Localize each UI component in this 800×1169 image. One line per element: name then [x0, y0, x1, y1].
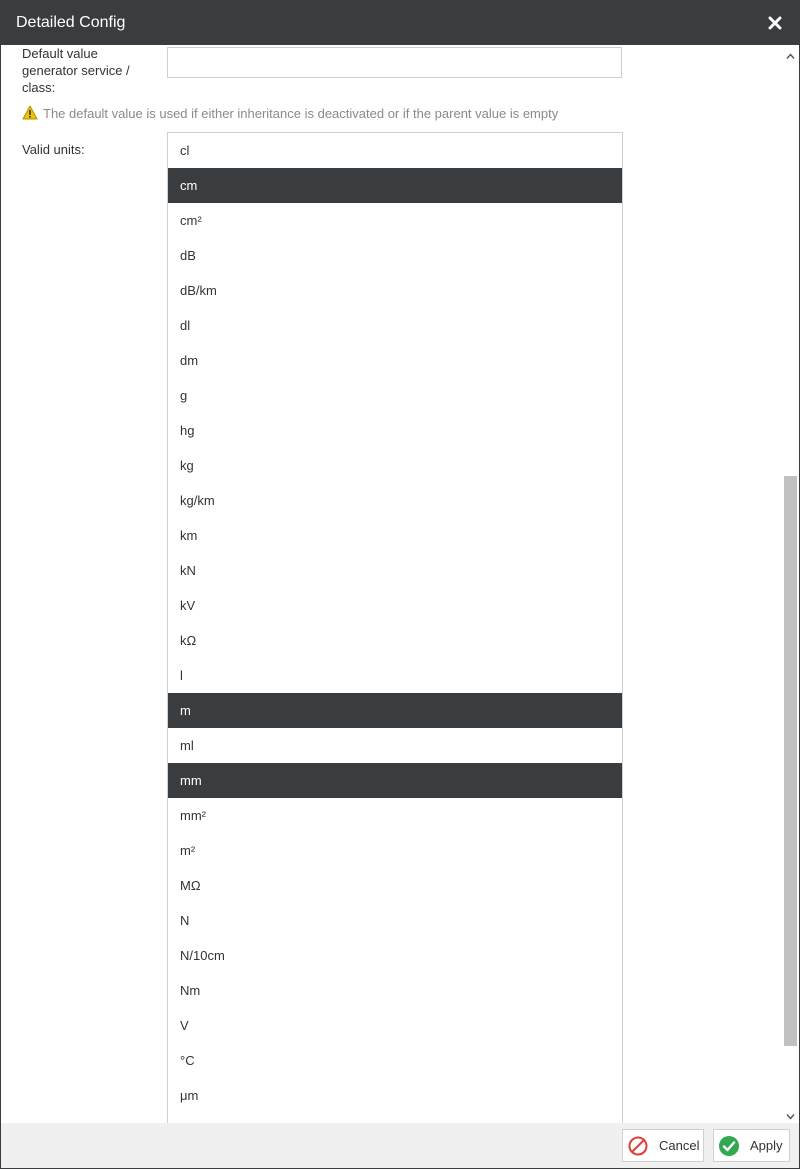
- default-value-generator-input[interactable]: [167, 47, 622, 78]
- cancel-icon: [627, 1135, 649, 1157]
- unit-option[interactable]: N/10cm: [168, 938, 622, 973]
- valid-units-label: Valid units:: [22, 142, 85, 157]
- unit-option[interactable]: cm²: [168, 203, 622, 238]
- unit-option[interactable]: m: [168, 693, 622, 728]
- unit-option[interactable]: hg: [168, 413, 622, 448]
- unit-option[interactable]: dB/km: [168, 273, 622, 308]
- unit-option[interactable]: kN: [168, 553, 622, 588]
- unit-option[interactable]: mm: [168, 763, 622, 798]
- unit-option[interactable]: cm: [168, 168, 622, 203]
- unit-option[interactable]: l: [168, 658, 622, 693]
- apply-button[interactable]: Apply: [713, 1129, 790, 1162]
- dialog-footer: Cancel Apply: [1, 1123, 799, 1168]
- cancel-button[interactable]: Cancel: [622, 1129, 704, 1162]
- unit-option[interactable]: μm: [168, 1078, 622, 1113]
- unit-option[interactable]: kV: [168, 588, 622, 623]
- unit-option[interactable]: dB: [168, 238, 622, 273]
- unit-option[interactable]: dl: [168, 308, 622, 343]
- warning-text: The default value is used if either inhe…: [43, 106, 559, 121]
- unit-option[interactable]: cl: [168, 133, 622, 168]
- dialog-body: Default value generator service / class:…: [1, 45, 799, 1123]
- unit-option[interactable]: N: [168, 903, 622, 938]
- unit-option[interactable]: Nm: [168, 973, 622, 1008]
- scroll-down-icon[interactable]: [786, 1109, 795, 1120]
- dialog-title: Detailed Config: [16, 14, 126, 31]
- dialog-titlebar: Detailed Config: [1, 1, 799, 45]
- unit-option[interactable]: km: [168, 518, 622, 553]
- unit-option[interactable]: ml: [168, 728, 622, 763]
- default-value-generator-label: Default value generator service / class:: [22, 46, 130, 95]
- scroll-up-icon[interactable]: [786, 49, 795, 59]
- detailed-config-dialog: Detailed Config Default value generator …: [0, 0, 800, 1169]
- valid-units-multiselect[interactable]: cl cm cm² dB dB/km dl dm g hg kg kg/km km kN kV kΩ l m ml…: [167, 132, 623, 1123]
- unit-option[interactable]: g: [168, 378, 622, 413]
- apply-button-label: Apply: [750, 1138, 783, 1153]
- unit-option[interactable]: V: [168, 1008, 622, 1043]
- unit-option[interactable]: kg/km: [168, 483, 622, 518]
- unit-option[interactable]: kΩ: [168, 623, 622, 658]
- unit-option[interactable]: kg: [168, 448, 622, 483]
- default-value-warning: The default value is used if either inhe…: [22, 105, 558, 123]
- vertical-scrollbar[interactable]: [782, 45, 799, 1123]
- checkmark-icon: [718, 1135, 740, 1157]
- close-icon[interactable]: [765, 13, 785, 33]
- unit-option[interactable]: °C: [168, 1043, 622, 1078]
- unit-option[interactable]: m²: [168, 833, 622, 868]
- warning-icon: [22, 105, 38, 123]
- unit-option[interactable]: mm²: [168, 798, 622, 833]
- unit-option[interactable]: dm: [168, 343, 622, 378]
- cancel-button-label: Cancel: [659, 1138, 700, 1153]
- unit-option[interactable]: MΩ: [168, 868, 622, 903]
- scrollbar-thumb[interactable]: [784, 476, 797, 1046]
